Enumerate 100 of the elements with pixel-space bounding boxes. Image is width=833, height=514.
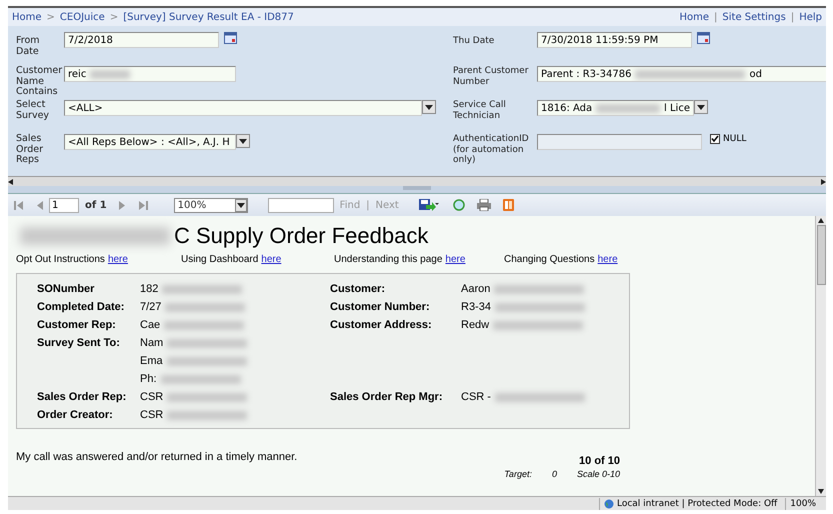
scroll-right-icon[interactable] bbox=[821, 178, 826, 184]
field-value: reic bbox=[68, 68, 86, 80]
detail-value: CSR bbox=[140, 391, 164, 403]
dropdown[interactable]: <ALL> bbox=[64, 100, 422, 116]
detail-label: Sales Order Rep: bbox=[37, 391, 128, 403]
help-text: Understanding this page bbox=[334, 254, 442, 265]
detail-value: Aaron bbox=[461, 283, 490, 295]
dropdown-button[interactable] bbox=[422, 100, 436, 114]
field-value: l Lice bbox=[664, 102, 690, 114]
score: 10 of 10 bbox=[579, 455, 620, 467]
field-label: From Date bbox=[16, 34, 41, 57]
dropdown-button[interactable] bbox=[236, 134, 250, 148]
field-value: 7/30/2018 11:59:59 PM bbox=[541, 34, 658, 46]
detail-label: Survey Sent To: bbox=[37, 337, 121, 349]
calendar-icon[interactable] bbox=[224, 32, 237, 44]
detail-value: Cae bbox=[140, 319, 160, 331]
globe-icon bbox=[604, 498, 614, 508]
detail-value: 7/27 bbox=[140, 301, 162, 313]
scroll-left-icon[interactable] bbox=[8, 178, 13, 184]
toolbar-separator: | bbox=[366, 200, 370, 210]
text-field[interactable]: reic bbox=[64, 66, 236, 82]
header-link[interactable]: Help bbox=[799, 12, 822, 22]
detail-value: Redw bbox=[461, 319, 490, 331]
text-field[interactable]: Parent : R3-34786 od bbox=[537, 66, 826, 82]
field-value: od bbox=[749, 68, 762, 80]
text-field[interactable] bbox=[537, 134, 702, 150]
header-link[interactable]: Site Settings bbox=[722, 12, 786, 22]
detail-value: R3-34 bbox=[461, 301, 491, 313]
detail-label: Customer: bbox=[330, 283, 386, 295]
help-text: Opt Out Instructions bbox=[16, 254, 105, 265]
find-field[interactable] bbox=[268, 198, 334, 212]
dropdown-button[interactable] bbox=[694, 100, 708, 114]
vertical-scrollbar[interactable] bbox=[815, 216, 826, 496]
field-label: Customer Name Contains bbox=[16, 66, 64, 98]
refresh-icon[interactable] bbox=[452, 199, 465, 211]
help-text: Changing Questions bbox=[504, 254, 595, 265]
print-icon[interactable] bbox=[476, 199, 491, 211]
scroll-up-icon[interactable] bbox=[818, 218, 824, 223]
zoom-dropdown[interactable]: 100% bbox=[174, 198, 248, 212]
date-field[interactable]: 7/2/2018 bbox=[64, 32, 219, 48]
header-link[interactable]: Home bbox=[680, 12, 710, 22]
page-count: of 1 bbox=[85, 200, 107, 210]
field-label: Parent Customer Number bbox=[453, 66, 530, 87]
zoom-text: 100% bbox=[790, 498, 816, 508]
field-label: Thu Date bbox=[453, 35, 496, 46]
question-text: My call was answered and/or returned in a timely manner. bbox=[16, 451, 298, 465]
detail-value: Ema bbox=[140, 355, 163, 367]
field-label: Service Call Technician bbox=[453, 100, 507, 121]
target-value: 0 bbox=[552, 469, 557, 479]
checkbox-label: NULL bbox=[723, 134, 746, 144]
dropdown[interactable]: 1816: Ada l Lice bbox=[537, 100, 694, 116]
breadcrumb-link[interactable]: CEOJuice bbox=[60, 12, 105, 22]
zoom-control[interactable]: 100% bbox=[785, 498, 820, 510]
detail-value: CSR bbox=[140, 409, 164, 421]
caret-icon bbox=[239, 138, 247, 144]
report-title: C Supply Order Feedback bbox=[174, 223, 428, 249]
status-text: Local intranet | Protected Mode: Off bbox=[616, 498, 778, 508]
breadcrumb-separator: > bbox=[110, 12, 118, 22]
save-icon[interactable] bbox=[418, 199, 439, 211]
scroll-down-icon[interactable] bbox=[818, 489, 824, 494]
caret-icon bbox=[236, 202, 245, 208]
here-link[interactable]: here bbox=[108, 254, 128, 265]
breadcrumb-link[interactable]: Home bbox=[12, 12, 42, 22]
layout-icon[interactable] bbox=[502, 199, 514, 211]
detail-value: 182 bbox=[140, 283, 158, 295]
detail-label: Completed Date: bbox=[37, 301, 126, 313]
date-field[interactable]: 7/30/2018 11:59:59 PM bbox=[537, 32, 692, 48]
detail-value: Ph: bbox=[140, 373, 157, 385]
scale-text: Scale 0-10 bbox=[576, 469, 620, 479]
field-label: Select Survey bbox=[16, 100, 50, 121]
link-separator: | bbox=[714, 12, 718, 22]
detail-label: Customer Number: bbox=[330, 301, 431, 313]
target-label: Target: bbox=[504, 469, 532, 479]
checkbox[interactable] bbox=[710, 134, 720, 144]
calendar-icon[interactable] bbox=[697, 32, 710, 44]
page-field[interactable]: 1 bbox=[49, 198, 79, 212]
field-value: Parent : R3-34786 bbox=[541, 68, 632, 80]
help-text: Using Dashboard bbox=[181, 254, 258, 265]
detail-label: Sales Order Rep Mgr: bbox=[330, 391, 444, 403]
detail-label: Order Creator: bbox=[37, 409, 114, 421]
checkmark-icon bbox=[711, 135, 719, 142]
here-link[interactable]: here bbox=[598, 254, 618, 265]
here-link[interactable]: here bbox=[261, 254, 282, 265]
field-value: <ALL> bbox=[68, 102, 103, 114]
detail-value: Nam bbox=[140, 337, 164, 349]
detail-value: CSR - bbox=[461, 391, 491, 403]
field-label: AuthenticationID (for automation only) bbox=[453, 134, 530, 166]
breadcrumb-separator: > bbox=[46, 12, 55, 22]
field-value: <All Reps Below> : <All>, A.J. H bbox=[68, 136, 230, 148]
detail-label: Customer Rep: bbox=[37, 319, 117, 331]
detail-label: Customer Address: bbox=[330, 319, 433, 331]
field-label: Sales Order Reps bbox=[16, 134, 44, 166]
field-value: 1816: Ada bbox=[541, 102, 592, 114]
here-link[interactable]: here bbox=[445, 254, 466, 265]
breadcrumb-link[interactable]: [Survey] Survey Result EA - ID877 bbox=[123, 12, 294, 22]
horizontal-scrollbar[interactable] bbox=[8, 176, 826, 186]
dropdown[interactable]: <All Reps Below> : <All>, A.J. H bbox=[64, 134, 236, 150]
field-value: 7/2/2018 bbox=[68, 34, 113, 46]
caret-icon bbox=[425, 104, 433, 110]
scroll-thumb[interactable] bbox=[816, 225, 826, 285]
